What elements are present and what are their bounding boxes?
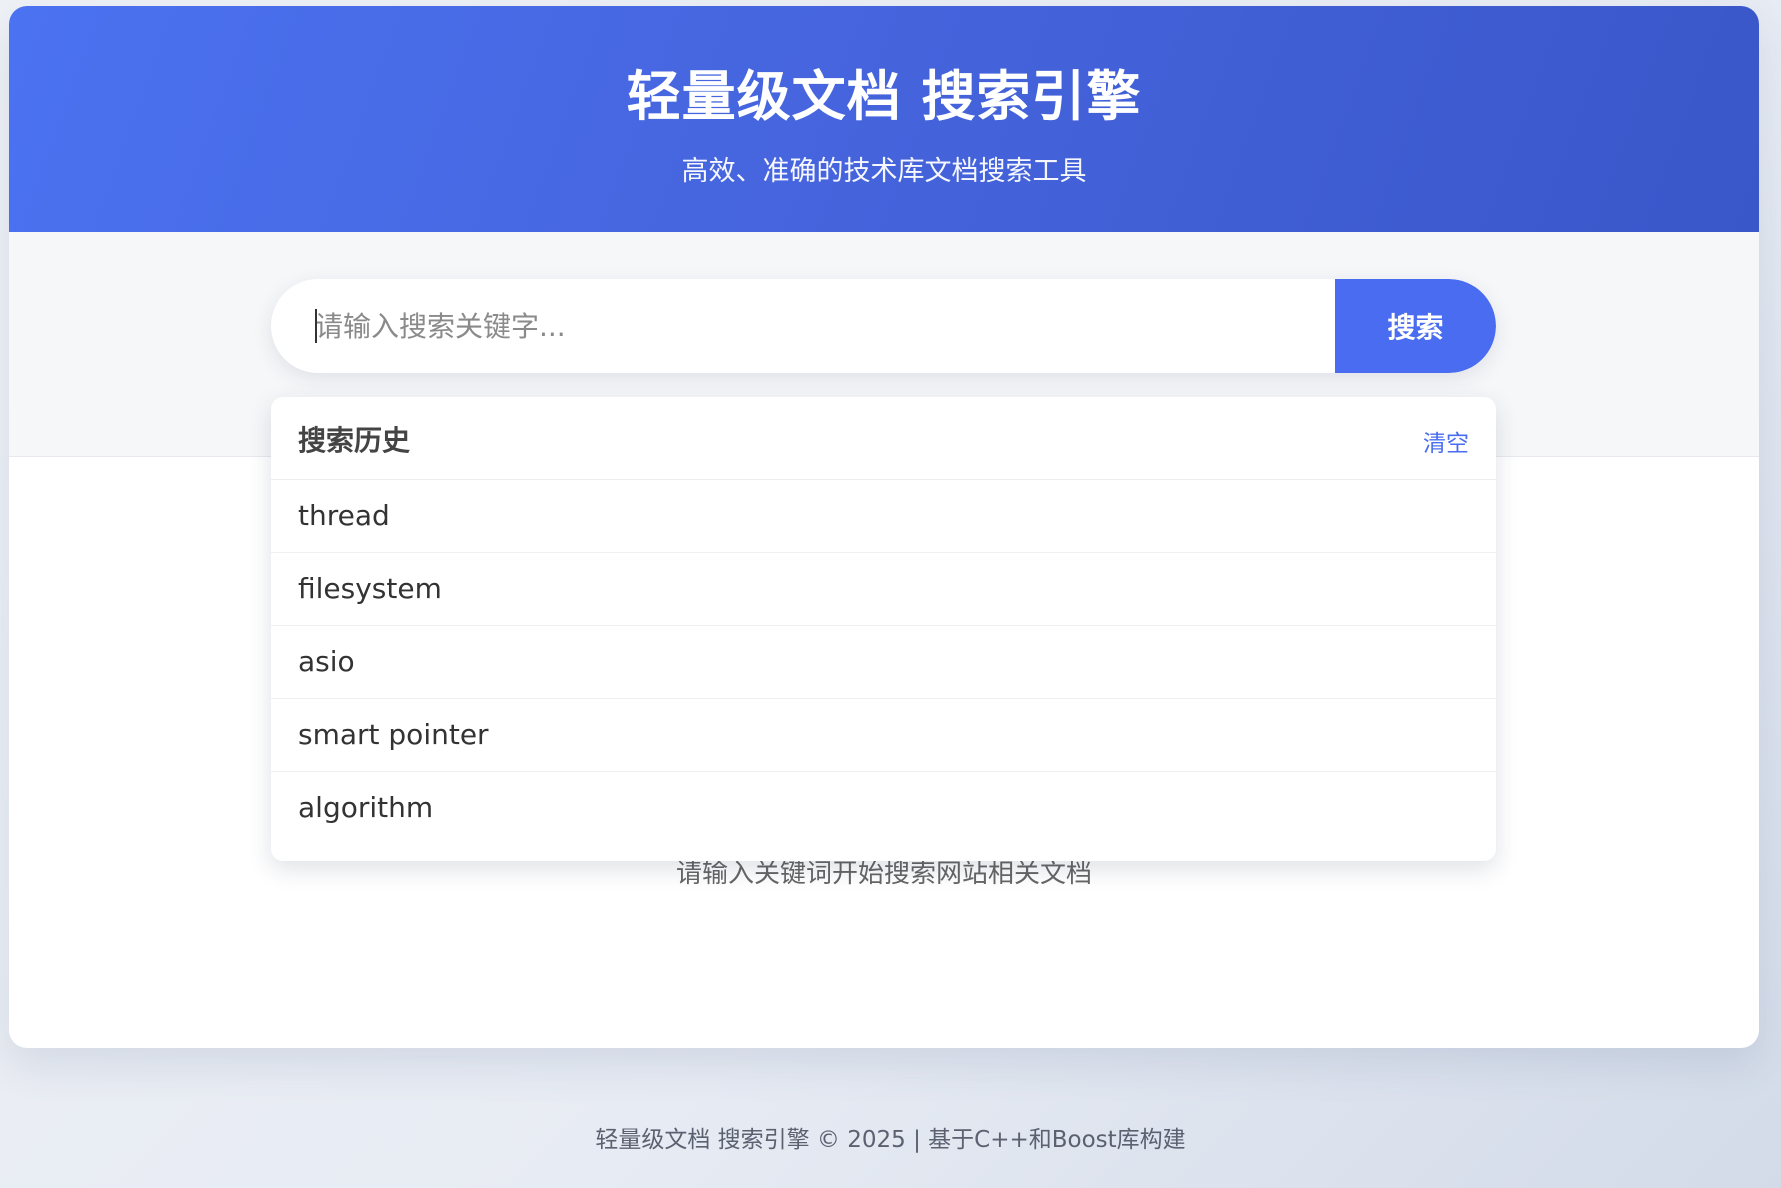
history-item[interactable]: asio [271,626,1496,699]
history-header: 搜索历史 清空 [271,397,1496,480]
clear-history-button[interactable]: 清空 [1423,424,1469,458]
history-item[interactable]: algorithm [271,772,1496,844]
page-footer: 轻量级文档 搜索引擎 © 2025 | 基于C++和Boost库构建 [595,1127,1186,1153]
search-bar: 搜索 [271,279,1496,373]
history-item[interactable]: thread [271,480,1496,553]
history-item[interactable]: filesystem [271,553,1496,626]
history-list: thread filesystem asio smart pointer alg… [271,480,1496,844]
search-history-dropdown: 搜索历史 清空 thread filesystem asio smart poi… [271,397,1496,861]
page-header: 轻量级文档 搜索引擎 高效、准确的技术库文档搜索工具 [9,6,1759,232]
page-subtitle: 高效、准确的技术库文档搜索工具 [681,156,1087,187]
search-button[interactable]: 搜索 [1335,279,1496,373]
history-item[interactable]: smart pointer [271,699,1496,772]
search-input[interactable] [315,301,1315,351]
page-title: 轻量级文档 搜索引擎 [626,65,1142,128]
text-cursor [315,309,317,343]
history-title: 搜索历史 [298,424,411,457]
